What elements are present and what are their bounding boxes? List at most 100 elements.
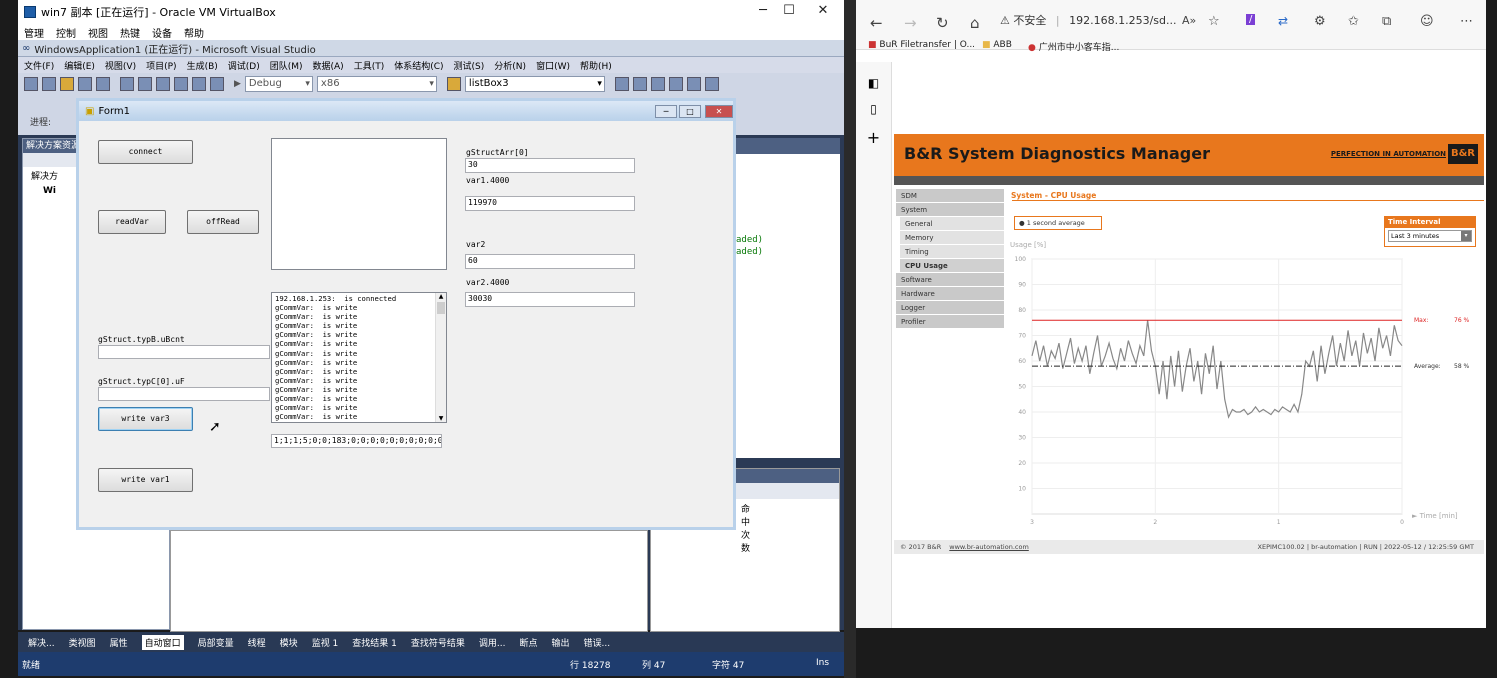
vs-tool-tab[interactable]: 局部变量 <box>198 636 234 649</box>
sdm-nav-item[interactable]: General <box>900 217 1004 231</box>
vs-tool-tab[interactable]: 线程 <box>248 636 266 649</box>
var1-input[interactable]: 119970 <box>465 196 635 211</box>
vs-menu-item[interactable]: 工具(T) <box>354 59 385 72</box>
undo-icon[interactable] <box>174 77 188 91</box>
favbar-item-abb[interactable]: ■ ABB <box>982 40 1012 58</box>
paste-icon[interactable] <box>156 77 170 91</box>
vs-menu-item[interactable]: 测试(S) <box>454 59 485 72</box>
sdm-nav-item[interactable]: System <box>896 203 1004 217</box>
read-aloud-icon[interactable]: A» <box>1182 14 1196 27</box>
var2-input[interactable]: 60 <box>465 254 635 269</box>
log-listbox[interactable]: 192.168.1.253: is connected gCommVar: is … <box>271 292 447 423</box>
readvar-button[interactable]: readVar <box>98 210 166 234</box>
vs-menu-item[interactable]: 文件(F) <box>24 59 54 72</box>
vs-tool-tab[interactable]: 输出 <box>552 636 570 649</box>
close-icon[interactable]: ✕ <box>812 3 834 18</box>
back-icon[interactable]: ← <box>870 14 883 32</box>
vs-tool-tab[interactable]: 类视图 <box>69 636 96 649</box>
vs-tool-tab[interactable]: 查找符号结果 <box>411 636 465 649</box>
vs-tool-tab[interactable]: 属性 <box>110 636 128 649</box>
sdm-nav-item[interactable]: Software <box>896 273 1004 287</box>
refresh-icon[interactable]: ↻ <box>936 14 949 32</box>
vs-menu-item[interactable]: 生成(B) <box>187 59 218 72</box>
object-browser-icon[interactable] <box>650 77 665 91</box>
vs-menu-item[interactable]: 项目(P) <box>146 59 176 72</box>
start-icon[interactable]: ▶ <box>234 79 241 89</box>
arr-input[interactable]: 30 <box>465 158 635 173</box>
sdm-nav-item[interactable]: Memory <box>900 231 1004 245</box>
scroll-up-icon[interactable]: ▲ <box>436 293 446 300</box>
sdm-nav-item[interactable]: Logger <box>896 301 1004 315</box>
tab-actions-icon[interactable]: ◧ <box>856 76 891 90</box>
vs-menu-item[interactable]: 帮助(H) <box>580 59 612 72</box>
open-icon[interactable] <box>60 77 74 91</box>
vs-menu-item[interactable]: 调试(D) <box>228 59 260 72</box>
find-icon[interactable] <box>446 77 461 91</box>
vs-menu-item[interactable]: 窗口(W) <box>536 59 570 72</box>
vs-tool-tab[interactable]: 错误... <box>584 636 611 649</box>
more-icon[interactable]: ⋯ <box>1460 14 1473 29</box>
vs-tool-tab[interactable]: 断点 <box>519 636 537 649</box>
config-combo[interactable]: Debug <box>244 76 313 92</box>
typc-input[interactable] <box>98 387 270 401</box>
home-icon[interactable]: ⌂ <box>970 14 980 32</box>
extensions-icon[interactable]: ⚙ <box>1314 14 1326 29</box>
new-project-icon[interactable] <box>24 77 38 91</box>
vbox-menu-item[interactable]: 帮助 <box>184 25 204 40</box>
vbox-menu-item[interactable]: 设备 <box>152 25 172 40</box>
vs-menu-item[interactable]: 团队(M) <box>270 59 303 72</box>
solution-explorer-icon[interactable] <box>614 77 629 91</box>
scroll-thumb[interactable] <box>437 302 445 314</box>
extension-icon[interactable]: / <box>1246 14 1256 25</box>
sdm-nav-item[interactable]: Hardware <box>896 287 1004 301</box>
collections-icon[interactable]: ⧉ <box>1382 14 1391 29</box>
sdm-nav-item[interactable]: Timing <box>900 245 1004 259</box>
properties-icon[interactable] <box>632 77 647 91</box>
add-item-icon[interactable] <box>42 77 56 91</box>
find-combo[interactable]: listBox3 <box>464 76 605 92</box>
sdm-nav-item[interactable]: Profiler <box>896 315 1004 329</box>
favorite-icon[interactable]: ☆ <box>1208 14 1220 29</box>
footer-link[interactable]: www.br-automation.com <box>949 543 1029 551</box>
vs-menu-item[interactable]: 编辑(E) <box>64 59 95 72</box>
vbox-menu-item[interactable]: 热键 <box>120 25 140 40</box>
save-all-icon[interactable] <box>96 77 110 91</box>
write-var1-button[interactable]: write var1 <box>98 468 193 492</box>
typb-input[interactable] <box>98 345 270 359</box>
write-var3-button[interactable]: write var3 <box>98 407 193 431</box>
vs-tool-tab[interactable]: 调用... <box>479 636 506 649</box>
copy-icon[interactable] <box>138 77 152 91</box>
form-maximize-icon[interactable]: □ <box>679 105 701 118</box>
maximize-icon[interactable]: ☐ <box>778 3 800 18</box>
redo-icon[interactable] <box>192 77 206 91</box>
scroll-down-icon[interactable]: ▼ <box>436 415 446 422</box>
favorites-bar-icon[interactable]: ✩ <box>1348 14 1359 29</box>
vs-menu-item[interactable]: 数据(A) <box>313 59 344 72</box>
new-tab-icon[interactable]: + <box>856 128 891 147</box>
sdm-nav-item[interactable]: SDM <box>896 189 1004 203</box>
cut-icon[interactable] <box>120 77 134 91</box>
vs-tool-tab[interactable]: 模块 <box>280 636 298 649</box>
offread-button[interactable]: offRead <box>187 210 259 234</box>
var2b-input[interactable]: 30030 <box>465 292 635 307</box>
page-icon[interactable]: ▯ <box>856 102 891 116</box>
translate-icon[interactable]: ⇄ <box>1278 14 1288 28</box>
connect-button[interactable]: connect <box>98 140 193 164</box>
vbox-menu-item[interactable]: 控制 <box>56 25 76 40</box>
start-page-icon[interactable] <box>686 77 701 91</box>
form-close-icon[interactable]: ✕ <box>705 105 733 118</box>
extension-icon[interactable] <box>704 77 719 91</box>
vs-menu-item[interactable]: 视图(V) <box>105 59 136 72</box>
vs-tool-tab[interactable]: 监视 1 <box>312 636 339 649</box>
toolbox-icon[interactable] <box>668 77 683 91</box>
vs-tool-tab[interactable]: 查找结果 1 <box>352 636 397 649</box>
forward-icon[interactable]: → <box>904 14 917 32</box>
autos-window[interactable] <box>170 530 648 632</box>
navigate-icon[interactable] <box>210 77 224 91</box>
vs-tool-tab[interactable]: 解决... <box>28 636 55 649</box>
code-editor[interactable]: aded) aded) <box>735 138 840 458</box>
platform-combo[interactable]: x86 <box>316 76 437 92</box>
form-minimize-icon[interactable]: ─ <box>655 105 677 118</box>
vs-tool-tab[interactable]: 自动窗口 <box>141 634 184 650</box>
sdm-nav-item[interactable]: CPU Usage <box>900 259 1004 273</box>
